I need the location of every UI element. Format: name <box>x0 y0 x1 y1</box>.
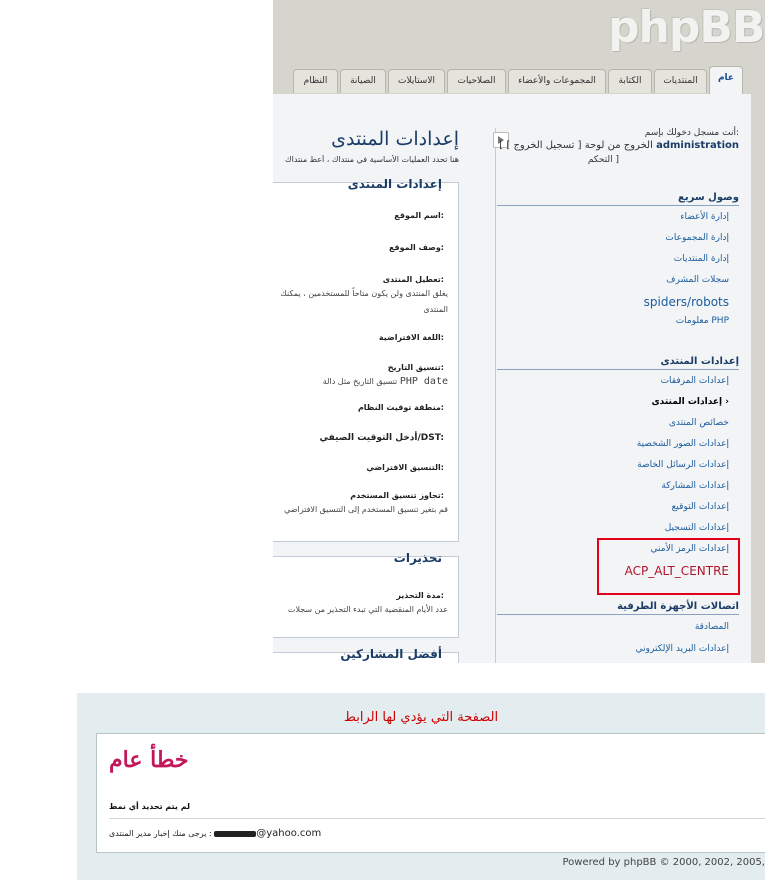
override-style-desc: قم بتغير تنسيق المستخدم إلى التنسيق الاف… <box>284 505 448 514</box>
site-desc-label: وصف الموقع: <box>388 243 444 252</box>
phpbb-logo: phpBB <box>608 2 765 53</box>
powered-by: Powered by phpBB © 2000, 2002, 2005, <box>562 857 765 868</box>
logout-link-2[interactable]: [ تسجيل الخروج ] <box>506 140 581 151</box>
error-separator <box>109 818 765 819</box>
disable-board-label: تعطيل المنتدى: <box>382 275 444 284</box>
tab-users-groups[interactable]: المجموعات والأعضاء <box>508 69 606 93</box>
warnings-fieldset: تحذيرات مدة التحذير: عدد الأيام المنقضية… <box>273 551 459 638</box>
logged-in-label: أنت مسجل دخولك بإسم: <box>644 128 739 138</box>
menu-link-mod-logs[interactable]: سجلات المشرف <box>666 275 729 285</box>
tab-permissions[interactable]: الصلاحيات <box>447 69 506 93</box>
error-caption: الصفحة التي يؤدي لها الرابط <box>343 710 499 725</box>
tab-system[interactable]: النظام <box>293 69 338 93</box>
php-date-code: PHP date <box>399 376 448 387</box>
top-posters-fieldset: أفضل المشاركين <box>273 647 459 663</box>
page-title: إعدادات المنتدى <box>331 128 459 150</box>
board-settings-heading: إعدادات المنتدى <box>497 356 739 370</box>
logged-in-row: [ الخروج من لوحة [ تسجيل الخروج ] admini… <box>499 140 739 151</box>
menu-link-spiders[interactable]: spiders/robots <box>644 295 729 309</box>
column-divider <box>495 128 496 663</box>
menu-link-pm[interactable]: إعدادات الرسائل الخاصة <box>637 460 729 470</box>
error-screenshot: الصفحة التي يؤدي لها الرابط خطأ عام لم ي… <box>77 693 765 880</box>
menu-link-manage-forums[interactable]: إدارة المنتديات <box>674 254 729 264</box>
arrow-right-icon: › <box>725 397 729 407</box>
menu-link-php-info[interactable]: معلومات PHP <box>676 316 729 326</box>
tab-forums[interactable]: المنتديات <box>654 69 707 93</box>
menu-link-attachments[interactable]: إعدادات المرفقات <box>661 376 729 386</box>
menu-link-signature[interactable]: إعدادات التوقيع <box>672 502 729 512</box>
tab-general[interactable]: عام <box>709 66 743 94</box>
fieldset-title: إعدادات المنتدى <box>347 177 442 191</box>
contact-prefix: يرجى منك إخبار مدير المنتدى : <box>109 829 212 838</box>
menu-link-email[interactable]: إعدادات البريد الإلكتروني <box>636 644 729 654</box>
menu-link-manage-users[interactable]: إدارة الأعضاء <box>680 212 729 222</box>
date-format-label: تنسيق التاريخ: <box>387 363 444 372</box>
menu-link-post[interactable]: إعدادات المشاركة <box>661 481 729 491</box>
warning-duration-label: مدة التحذير: <box>396 591 444 600</box>
highlight-box <box>597 538 740 595</box>
disable-board-desc: يغلق المنتدى ولن يكون متاحاً للمستخدمين … <box>280 289 448 298</box>
error-contact: يرجى منك إخبار مدير المنتدى : @yahoo.com <box>109 828 321 839</box>
warning-duration-desc: عدد الأيام المنقضية التي تبدء التحذير من… <box>287 605 448 614</box>
override-style-label: تجاوز تنسيق المستخدم: <box>350 491 444 500</box>
tab-maintenance[interactable]: الصيانة <box>340 69 386 93</box>
default-lang-label: اللغة الافتراضية: <box>378 333 444 342</box>
disable-board-desc-2: المنتدى <box>423 305 448 314</box>
menu-link-manage-groups[interactable]: إدارة المجموعات <box>665 233 729 243</box>
menu-link-board-settings[interactable]: إعدادات المنتدى › <box>651 397 729 407</box>
date-format-desc: تنسيق التاريخ مثل دالة PHP date <box>323 376 448 387</box>
tab-posting[interactable]: الكتابة <box>608 69 652 93</box>
quick-access-heading: وصول سريع <box>497 192 739 206</box>
tab-styles[interactable]: الاستايلات <box>388 69 445 93</box>
top-posters-title: أفضل المشاركين <box>340 647 442 661</box>
dst-label: أدخل التوقيت الصيفي/DST: <box>319 433 444 443</box>
redacted-email-user <box>214 830 257 837</box>
warnings-title: تحذيرات <box>393 551 442 565</box>
error-box: خطأ عام لم يتم تحديد أي نمط يرجى منك إخب… <box>96 733 765 853</box>
menu-link-auth[interactable]: المصادقة <box>695 622 729 632</box>
menu-link-board-features[interactable]: خصائص المنتدى <box>669 418 729 428</box>
menu-link-board-settings-label: إعدادات المنتدى <box>651 397 723 407</box>
error-title: خطأ عام <box>109 747 189 773</box>
board-settings-fieldset: إعدادات المنتدى اسم الموقع: وصف الموقع: … <box>273 177 459 542</box>
default-style-label: التنسيق الافتراضي: <box>366 463 444 472</box>
error-message: لم يتم تحديد أي نمط <box>109 802 190 811</box>
date-format-desc-text: تنسيق التاريخ مثل دالة <box>322 377 398 386</box>
exit-acp-link[interactable]: التحكم ] <box>588 155 619 165</box>
client-comm-heading: اتصالات الأجهزة الطرفية <box>497 601 739 615</box>
timezone-label: منطقة توقيت النظام: <box>357 403 444 412</box>
username: administration <box>656 140 739 151</box>
contact-email-link[interactable]: @yahoo.com <box>256 828 321 839</box>
page-description: هنا تحدد العمليات الأساسية في منتداك ، أ… <box>285 155 459 164</box>
menu-link-registration[interactable]: إعدادات التسجيل <box>665 523 729 533</box>
site-name-label: اسم الموقع: <box>394 211 444 220</box>
menu-link-avatar[interactable]: إعدادات الصور الشخصية <box>637 439 729 449</box>
